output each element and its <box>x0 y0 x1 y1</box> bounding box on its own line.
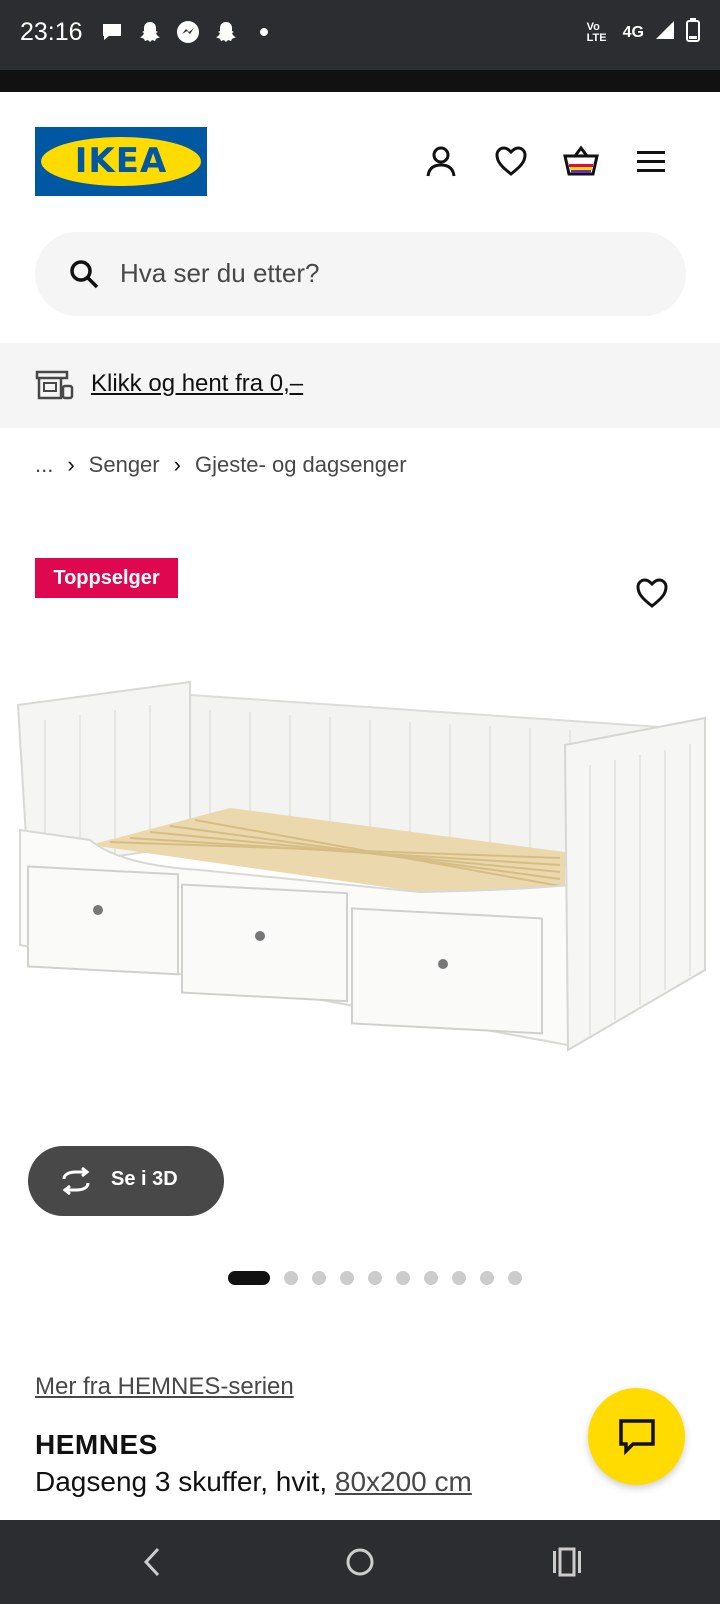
toppselger-badge: Toppselger <box>35 558 178 598</box>
chat-button[interactable] <box>588 1388 685 1485</box>
carousel-dot[interactable] <box>452 1271 466 1285</box>
home-nav-icon[interactable] <box>344 1546 376 1578</box>
browser-toolbar-strip <box>0 70 720 92</box>
notification-icons <box>100 20 276 44</box>
recents-nav-icon[interactable] <box>551 1546 583 1578</box>
store-icon <box>35 368 75 402</box>
signal-icon <box>654 19 676 46</box>
chat-icon <box>619 1419 655 1456</box>
carousel-dot[interactable] <box>312 1271 326 1285</box>
search-input[interactable]: Hva ser du etter? <box>35 232 686 316</box>
carousel-dot[interactable] <box>396 1271 410 1285</box>
menu-icon[interactable] <box>634 144 668 178</box>
more-notifications-dot-icon <box>252 20 276 44</box>
series-link[interactable]: Mer fra HEMNES-serien <box>35 1373 294 1401</box>
chevron-right-icon: › <box>67 452 75 477</box>
heart-icon[interactable] <box>494 144 528 178</box>
user-icon[interactable] <box>424 144 458 178</box>
chat-bubble-icon <box>100 20 124 44</box>
status-bar: 23:16 Vo LTE 4G <box>0 0 720 70</box>
click-collect-banner[interactable]: Klikk og hent fra 0,– <box>0 343 720 428</box>
product-image[interactable] <box>0 660 720 1100</box>
snapchat-icon <box>138 20 162 44</box>
product-name: HEMNES <box>35 1429 158 1460</box>
favourite-heart-icon[interactable] <box>635 576 669 610</box>
system-nav-bar <box>0 1520 720 1604</box>
product-size-link[interactable]: 80x200 cm <box>335 1466 472 1497</box>
breadcrumb: ... › Senger › Gjeste- og dagsenger <box>35 452 407 478</box>
site-header: IKEA Hva ser du etter? <box>0 92 720 342</box>
ikea-logo[interactable]: IKEA <box>35 127 207 196</box>
carousel-dots <box>228 1270 522 1286</box>
network-label: 4G <box>622 23 644 41</box>
view-in-3d-button[interactable]: Se i 3D <box>28 1146 224 1216</box>
breadcrumb-item-senger[interactable]: Senger <box>89 452 160 478</box>
promo-link[interactable]: Klikk og hent fra 0,– <box>91 370 303 398</box>
back-nav-icon[interactable] <box>138 1546 168 1578</box>
status-time: 23:16 <box>20 18 83 46</box>
chevron-right-icon: › <box>173 452 181 477</box>
carousel-dot[interactable] <box>284 1271 298 1285</box>
carousel-dot[interactable] <box>228 1271 270 1285</box>
view-in-3d-label: Se i 3D <box>111 1168 178 1190</box>
carousel-dot[interactable] <box>340 1271 354 1285</box>
status-right: Vo LTE 4G <box>587 18 700 47</box>
carousel-dot[interactable] <box>508 1271 522 1285</box>
rotate-3d-icon <box>62 1167 90 1195</box>
search-icon <box>69 259 99 289</box>
breadcrumb-item-gjeste[interactable]: Gjeste- og dagsenger <box>195 452 407 478</box>
snapchat-icon <box>214 20 238 44</box>
carousel-dot[interactable] <box>368 1271 382 1285</box>
product-description: Dagseng 3 skuffer, hvit, 80x200 cm <box>35 1466 472 1498</box>
shopping-bag-icon[interactable] <box>563 144 599 178</box>
product-description-text: Dagseng 3 skuffer, hvit, <box>35 1466 335 1497</box>
breadcrumb-ellipsis[interactable]: ... <box>35 452 53 478</box>
battery-icon <box>686 18 700 47</box>
messenger-icon <box>176 20 200 44</box>
volte-label: Vo LTE <box>586 20 607 44</box>
logo-text: IKEA <box>74 141 168 181</box>
carousel-dot[interactable] <box>480 1271 494 1285</box>
search-placeholder: Hva ser du etter? <box>120 258 320 288</box>
carousel-dot[interactable] <box>424 1271 438 1285</box>
